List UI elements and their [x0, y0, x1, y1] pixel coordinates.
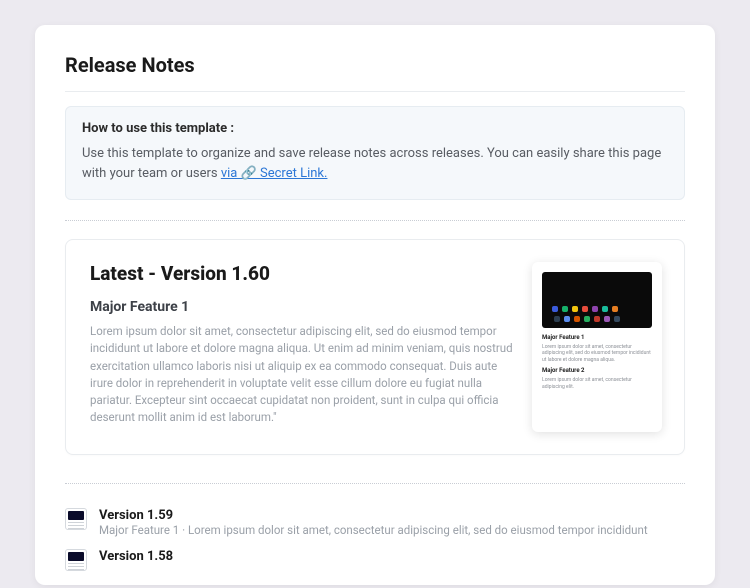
list-item[interactable]: Version 1.58	[65, 543, 685, 577]
preview-feature-1-label: Major Feature 1	[542, 334, 652, 342]
version-title: Version 1.58	[99, 549, 173, 564]
version-title: Version 1.59	[99, 508, 648, 523]
callout-body-text: Use this template to organize and save r…	[82, 146, 661, 181]
secret-link[interactable]: via 🔗 Secret Link.	[221, 166, 328, 181]
latest-release-title: Latest - Version 1.60	[90, 262, 514, 285]
list-item-text: Version 1.58	[99, 549, 173, 564]
release-thumbnail-icon	[65, 508, 87, 530]
version-subtitle: Major Feature 1 · Lorem ipsum dolor sit …	[99, 523, 648, 537]
callout-title: How to use this template :	[82, 121, 668, 136]
page-title: Release Notes	[65, 53, 685, 92]
feature-title: Major Feature 1	[90, 299, 514, 315]
divider	[65, 483, 685, 484]
release-preview-thumbnail: Major Feature 1 Lorem ipsum dolor sit am…	[532, 262, 662, 432]
latest-release-card: Latest - Version 1.60 Major Feature 1 Lo…	[65, 239, 685, 455]
release-notes-panel: Release Notes How to use this template :…	[35, 25, 715, 585]
template-usage-callout: How to use this template : Use this temp…	[65, 106, 685, 200]
preview-feature-1-text: Lorem ipsum dolor sit amet, consectetur …	[542, 344, 652, 364]
divider	[65, 220, 685, 221]
preview-thumbnail-image	[542, 272, 652, 328]
list-item-text: Version 1.59 Major Feature 1 · Lorem ips…	[99, 508, 648, 537]
feature-body: Lorem ipsum dolor sit amet, consectetur …	[90, 323, 514, 427]
preview-feature-2-text: Lorem ipsum dolor sit amet, consectetur …	[542, 377, 652, 390]
list-item[interactable]: Version 1.59 Major Feature 1 · Lorem ips…	[65, 502, 685, 543]
callout-body: Use this template to organize and save r…	[82, 144, 668, 183]
latest-release-content: Latest - Version 1.60 Major Feature 1 Lo…	[90, 262, 514, 432]
version-list: Version 1.59 Major Feature 1 · Lorem ips…	[65, 502, 685, 577]
release-thumbnail-icon	[65, 549, 87, 571]
preview-feature-2-label: Major Feature 2	[542, 367, 652, 375]
